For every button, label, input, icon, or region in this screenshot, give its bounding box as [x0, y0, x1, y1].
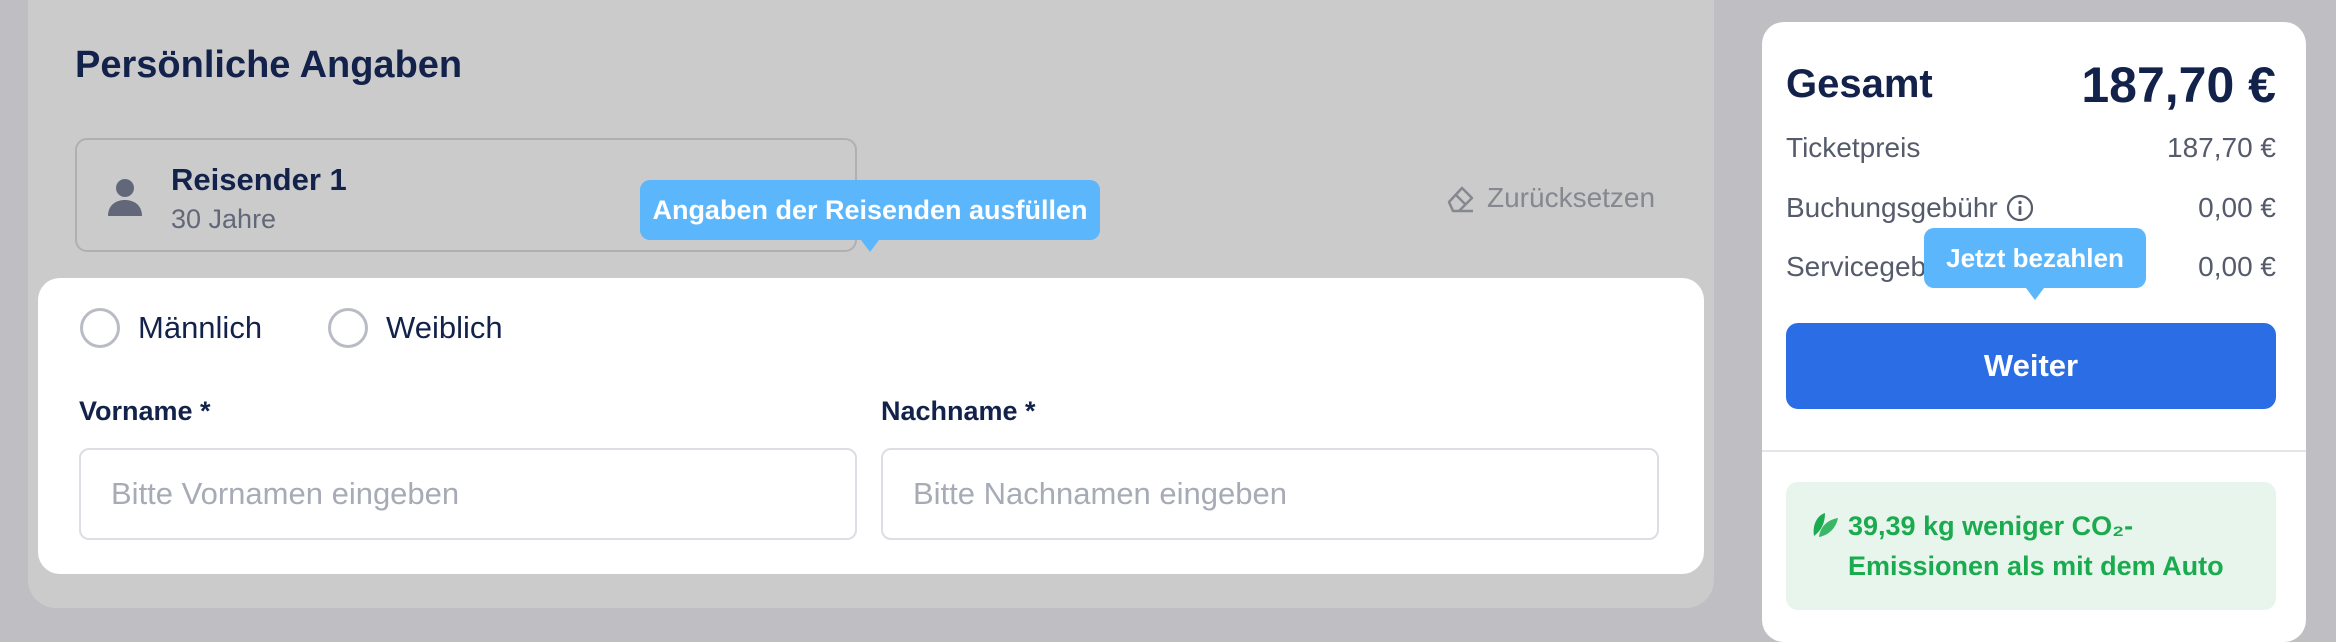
ticket-price-label: Ticketpreis [1786, 132, 1921, 163]
gender-female-label: Weiblich [386, 310, 503, 345]
booking-fee-label: Buchungsgebühr [1786, 192, 1998, 223]
booking-fee-value: 0,00 € [2198, 192, 2276, 223]
total-value: 187,70 € [2081, 57, 2276, 113]
ticket-price-value: 187,70 € [2167, 132, 2276, 163]
pay-now-tooltip: Jetzt bezahlen [1924, 228, 2146, 288]
co2-text-line1: 39,39 kg weniger CO₂- [1848, 511, 2134, 541]
service-fee-label: Servicegeb [1786, 251, 1927, 282]
last-name-field[interactable] [881, 448, 1659, 540]
service-fee-value: 0,00 € [2198, 251, 2276, 282]
reset-label: Zurücksetzen [1487, 182, 1656, 213]
person-icon [108, 179, 142, 216]
total-label: Gesamt [1786, 62, 1933, 106]
first-name-field[interactable] [79, 448, 857, 540]
booking-fee-label-group: Buchungsgebühr [1786, 192, 2034, 224]
traveler-form: Männlich Weiblich Vorname * Nachname * [38, 278, 1704, 574]
radio-circle[interactable] [80, 308, 120, 348]
radio-circle[interactable] [328, 308, 368, 348]
last-name-label: Nachname * [881, 396, 1036, 426]
price-row-booking-fee: Buchungsgebühr 0,00 € [1786, 190, 2276, 226]
co2-text-line2: Emissionen als mit dem Auto [1848, 551, 2224, 581]
gender-male-radio[interactable]: Männlich [80, 306, 262, 350]
traveler-age: 30 Jahre [171, 204, 277, 234]
divider [1762, 450, 2306, 452]
price-row-ticket: Ticketpreis 187,70 € [1786, 130, 2276, 166]
section-title: Persönliche Angaben [75, 44, 463, 86]
leaf-icon [1813, 513, 1838, 537]
co2-savings-text: 39,39 kg weniger CO₂- Emissionen als mit… [1848, 506, 2258, 586]
info-icon[interactable] [2006, 194, 2034, 222]
first-name-label: Vorname * [79, 396, 211, 426]
reset-button[interactable]: Zurücksetzen [1445, 178, 1655, 218]
price-summary-panel: Gesamt 187,70 € Ticketpreis 187,70 € Buc… [1762, 22, 2306, 642]
gender-male-label: Männlich [138, 310, 263, 345]
traveler-name: Reisender 1 [171, 162, 347, 197]
fill-travelers-tooltip: Angaben der Reisenden ausfüllen [640, 180, 1100, 240]
eraser-icon [1447, 186, 1474, 213]
continue-button[interactable]: Weiter [1786, 323, 2276, 409]
gender-female-radio[interactable]: Weiblich [328, 306, 503, 350]
co2-savings-box: 39,39 kg weniger CO₂- Emissionen als mit… [1786, 482, 2276, 610]
